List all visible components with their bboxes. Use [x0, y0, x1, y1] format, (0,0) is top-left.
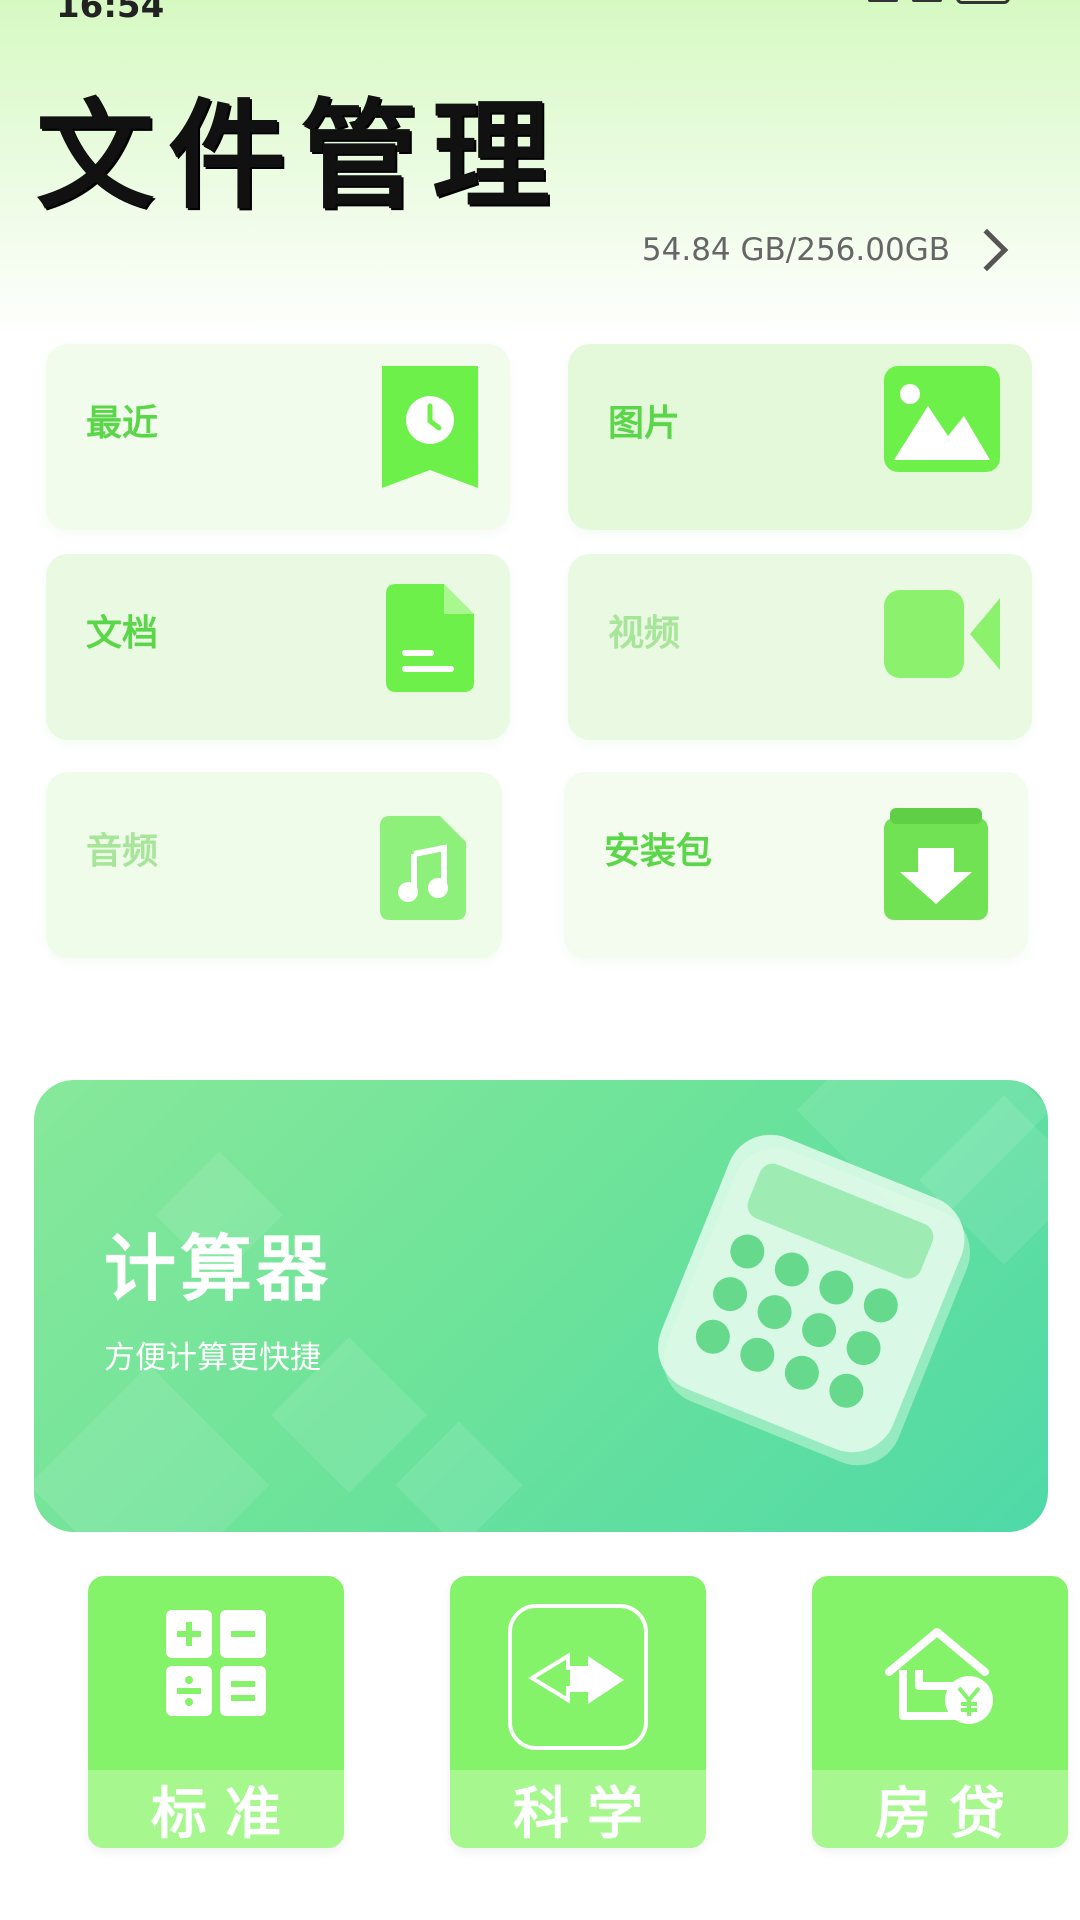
- calculator-banner[interactable]: 计算器 方便计算更快捷: [34, 1080, 1048, 1532]
- tool-label-bar: 标准: [88, 1770, 344, 1848]
- document-icon: [386, 584, 474, 692]
- tool-label-bar: 房贷: [812, 1770, 1068, 1848]
- category-label: 音频: [86, 831, 159, 872]
- tool-house-loan[interactable]: 房贷: [812, 1576, 1068, 1848]
- chevron-right-icon: [965, 228, 1009, 272]
- status-bar: 16:54: [0, 0, 1080, 26]
- unit-convert-icon: [508, 1604, 648, 1750]
- tool-label: 科学: [513, 1781, 661, 1847]
- tool-label: 标准: [151, 1781, 299, 1847]
- image-icon: [884, 366, 1000, 472]
- category-label: 文档: [86, 613, 159, 654]
- banner-subtitle: 方便计算更快捷: [104, 1340, 321, 1376]
- category-label: 最近: [86, 403, 159, 444]
- category-packages[interactable]: 安装包: [564, 772, 1028, 958]
- battery-icon: [956, 0, 1010, 4]
- storage-usage-text: 54.84 GB/256.00GB: [641, 232, 950, 268]
- package-download-icon: [884, 808, 988, 920]
- banner-title: 计算器: [104, 1227, 333, 1311]
- clock-bookmark-icon: [382, 366, 478, 488]
- category-audio[interactable]: 音频: [46, 772, 502, 958]
- category-label: 图片: [608, 403, 681, 444]
- tool-label-bar: 科学: [450, 1770, 706, 1848]
- category-recent[interactable]: 最近: [46, 344, 510, 530]
- house-loan-icon: [885, 1628, 993, 1724]
- category-documents[interactable]: 文档: [46, 554, 510, 740]
- calculator-illustration-icon: [658, 1134, 970, 1466]
- music-note-icon: [380, 816, 466, 920]
- page-title: 文件管理: [36, 87, 565, 225]
- signal-icon: [868, 0, 898, 2]
- tool-standard-calculator[interactable]: 标准: [88, 1576, 344, 1848]
- tool-label: 房贷: [875, 1781, 1023, 1847]
- standard-calculator-icon: [166, 1610, 266, 1716]
- status-time: 16:54: [56, 0, 165, 26]
- category-images[interactable]: 图片: [568, 344, 1032, 530]
- category-label: 视频: [608, 613, 681, 654]
- video-camera-icon: [884, 590, 1000, 678]
- tool-scientific[interactable]: 科学: [450, 1576, 706, 1848]
- storage-summary[interactable]: 54.84 GB/256.00GB: [641, 228, 1010, 272]
- status-icons: [868, 0, 1010, 4]
- signal-icon-2: [912, 0, 942, 2]
- category-label: 安装包: [604, 831, 713, 872]
- category-video[interactable]: 视频: [568, 554, 1032, 740]
